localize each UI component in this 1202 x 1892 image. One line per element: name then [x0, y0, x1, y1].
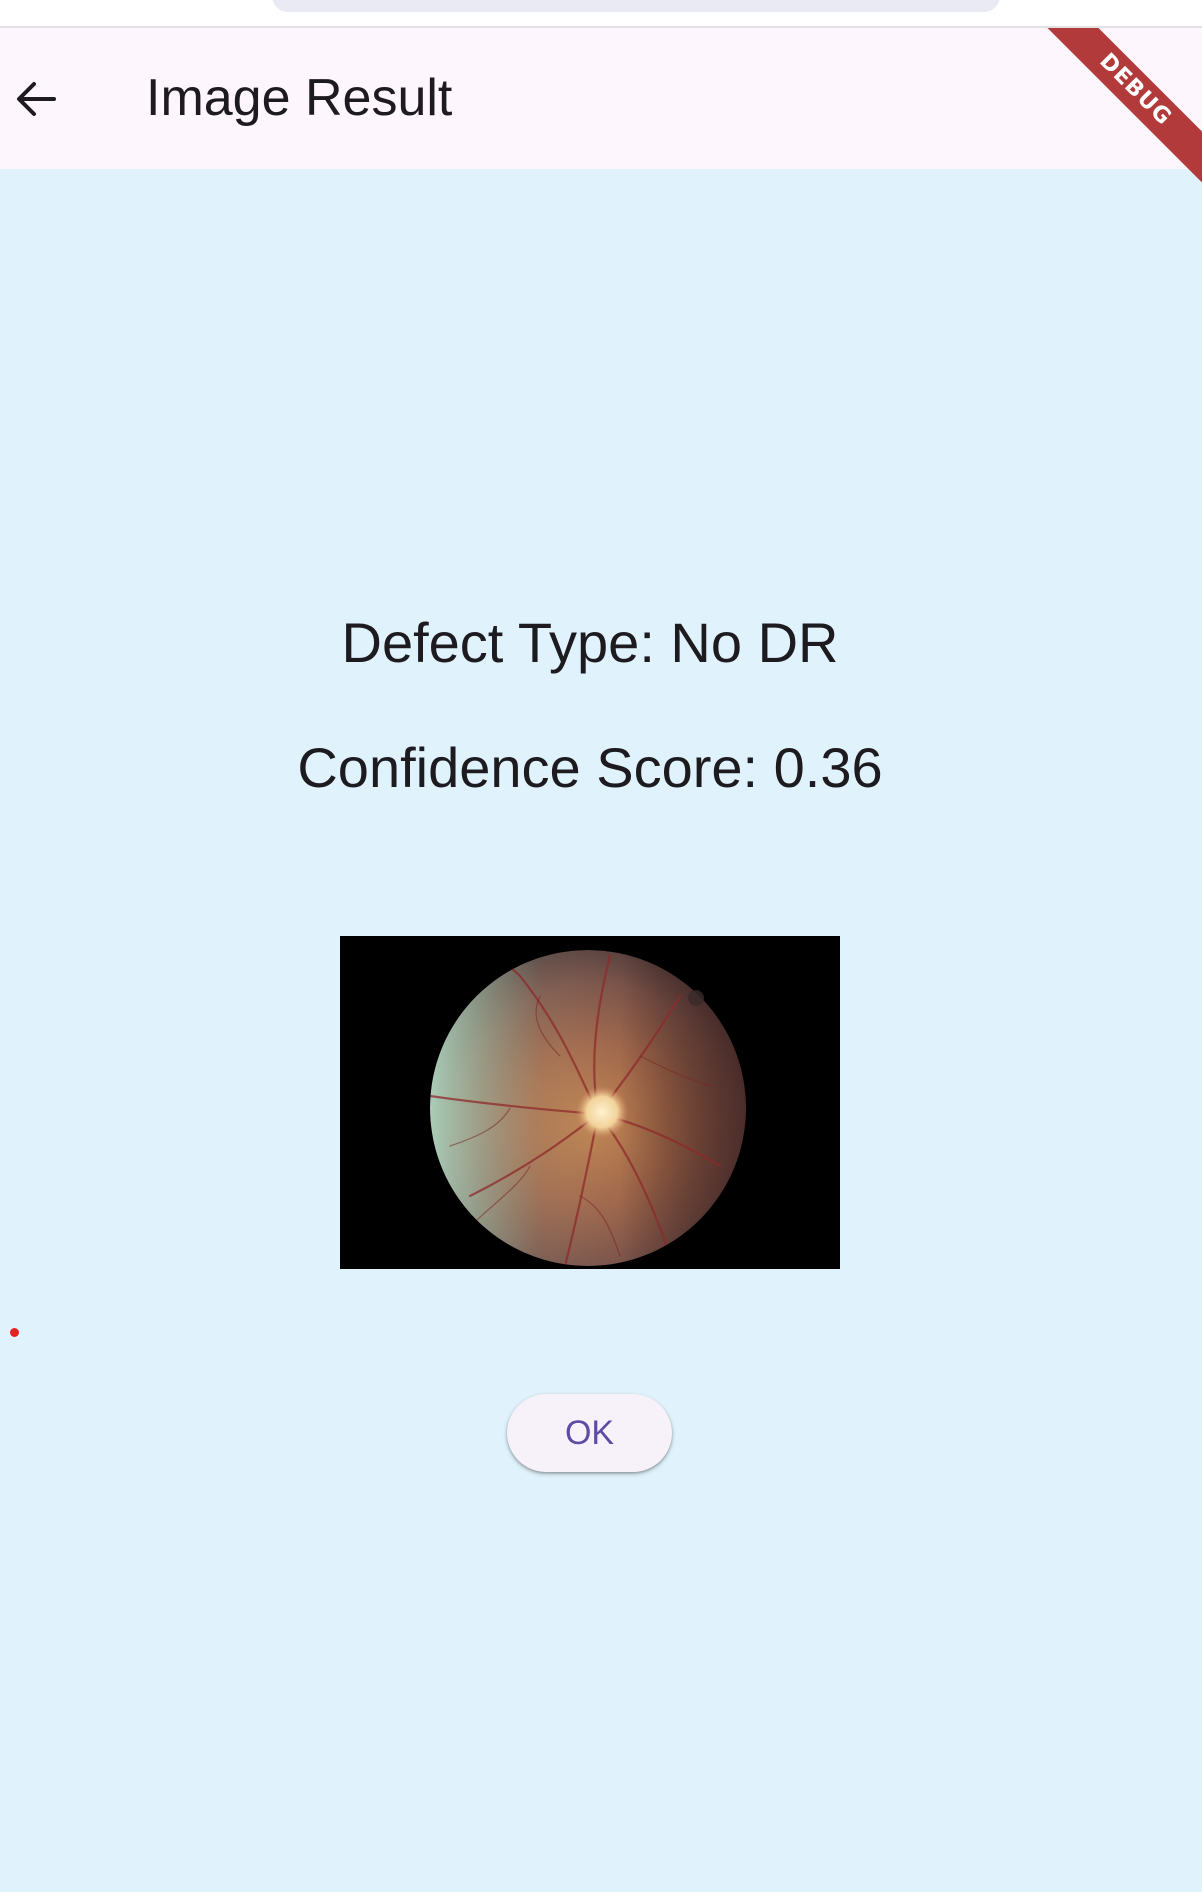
defect-type-text: Defect Type: No DR: [341, 611, 839, 674]
marker-dot: [10, 1328, 19, 1337]
confidence-score-text: Confidence Score: 0.36: [297, 736, 883, 799]
back-button[interactable]: [0, 28, 72, 169]
status-bar: [0, 0, 1202, 28]
page-title: Image Result: [146, 69, 453, 127]
fundus-image: [340, 936, 840, 1269]
app-bar: Image Result: [0, 28, 1202, 169]
status-pill: [272, 0, 1000, 12]
arrow-left-icon: [17, 81, 56, 116]
ok-button[interactable]: OK: [507, 1394, 672, 1472]
